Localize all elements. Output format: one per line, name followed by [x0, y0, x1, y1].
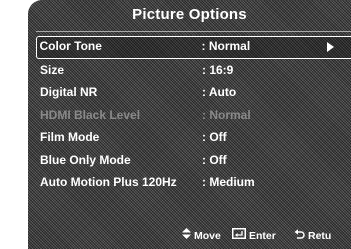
menu-item-hdmi-black-level: HDMI Black Level : Normal: [36, 104, 351, 127]
menu-item-value: : Medium: [202, 175, 255, 189]
menu-item-value: : 16:9: [202, 62, 234, 77]
enter-icon: [232, 227, 246, 245]
menu-item-label: Size: [40, 62, 65, 77]
menu-item-label: Auto Motion Plus 120Hz: [40, 175, 177, 189]
return-hint: Retu: [294, 227, 331, 245]
move-hint-label: Move: [194, 230, 221, 243]
menu-item-auto-motion-plus[interactable]: Auto Motion Plus 120Hz : Medium: [36, 171, 351, 194]
title-divider: [36, 31, 351, 32]
menu-item-label: Digital NR: [40, 85, 98, 99]
move-hint: Move: [182, 227, 221, 245]
enter-hint: Enter: [232, 227, 276, 245]
picture-options-menu: Picture Options Color Tone : Normal Size…: [28, 0, 351, 249]
menu-list: Color Tone : Normal Size : 16:9 Digital …: [36, 36, 351, 194]
up-down-icon: [182, 227, 191, 245]
menu-item-label: Blue Only Mode: [40, 152, 131, 167]
menu-item-value: : Normal: [202, 107, 251, 122]
menu-item-color-tone[interactable]: Color Tone : Normal: [36, 36, 351, 59]
menu-item-value: : Auto: [202, 85, 237, 99]
menu-item-digital-nr[interactable]: Digital NR : Auto: [36, 81, 351, 104]
menu-item-label: HDMI Black Level: [40, 107, 141, 122]
menu-item-value: : Off: [202, 130, 227, 144]
enter-hint-label: Enter: [249, 230, 276, 243]
navigation-hints: Move Enter Retu: [28, 227, 351, 245]
menu-item-size[interactable]: Size : 16:9: [36, 59, 351, 82]
submenu-arrow-icon: [327, 42, 334, 52]
return-hint-label: Retu: [308, 230, 332, 243]
menu-item-film-mode[interactable]: Film Mode : Off: [36, 126, 351, 149]
menu-title: Picture Options: [132, 6, 247, 23]
menu-item-value: : Normal: [201, 39, 251, 53]
menu-item-label: Film Mode: [40, 130, 100, 144]
menu-item-blue-only-mode[interactable]: Blue Only Mode : Off: [36, 149, 351, 172]
menu-item-label: Color Tone: [39, 39, 102, 53]
menu-item-value: : Off: [202, 152, 227, 167]
return-icon: [294, 227, 305, 245]
